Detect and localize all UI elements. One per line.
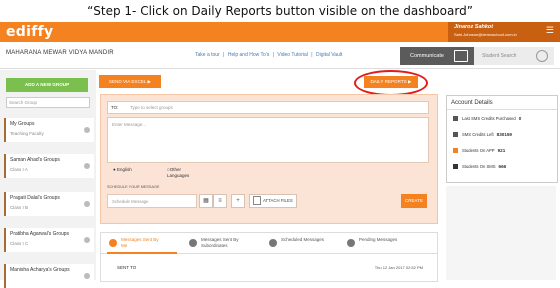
- account-row-value: 830159: [496, 132, 512, 137]
- link-separator: |: [272, 52, 274, 58]
- message-timestamp: Thu 12 Jan 2017 02:52 PM: [374, 265, 423, 270]
- divider: [447, 109, 557, 110]
- tab-label: Messages Sent By Subordinates: [201, 237, 239, 248]
- file-icon: [253, 196, 261, 206]
- account-row-label: Students On APP: [462, 148, 495, 153]
- app-logo[interactable]: ediffy: [6, 24, 53, 40]
- group-name: Manisha Acharya's Groups: [10, 267, 70, 273]
- group-name: My Groups: [10, 121, 35, 127]
- other-languages-label: Other Languages: [167, 167, 190, 178]
- other-languages-radio[interactable]: ○Other Languages: [167, 167, 197, 179]
- message-composer: TO: Type to select groups Enter Message.…: [100, 94, 438, 224]
- add-icon[interactable]: +: [231, 194, 245, 208]
- menu-icon[interactable]: ☰: [546, 26, 554, 35]
- group-info-icon[interactable]: [84, 201, 90, 207]
- communicate-label: Communicate: [410, 53, 444, 59]
- user-name: Jinaroz Sahkot: [454, 24, 494, 30]
- sms-icon: [453, 164, 458, 170]
- link-separator: |: [311, 52, 313, 58]
- account-row-value: 0: [518, 116, 522, 121]
- group-item[interactable]: Pratibha Agarwal's Groups Class I C: [4, 228, 94, 252]
- group-item[interactable]: Saman Ahad's Groups Class I A: [4, 154, 94, 178]
- send-via-excel-button[interactable]: SEND VIA EXCEL ▶: [99, 75, 161, 88]
- messages-tabs: Messages Sent By Me Messages Sent By Sub…: [100, 232, 438, 282]
- message-textarea[interactable]: Enter Message...: [107, 117, 429, 163]
- tag-icon: [453, 116, 458, 122]
- group-name: Pratibha Agarwal's Groups: [10, 231, 70, 237]
- account-row: Last SMS Credits Purchased 0: [453, 116, 522, 122]
- account-row: SMS Credits Left 830159: [453, 132, 512, 138]
- sent-icon: [109, 239, 117, 247]
- search-icon: [536, 50, 548, 62]
- logo-text: ediffy: [6, 24, 54, 40]
- english-radio[interactable]: ● English: [113, 167, 132, 172]
- group-name: Saman Ahad's Groups: [10, 157, 60, 163]
- calendar-icon[interactable]: ▦: [199, 194, 213, 208]
- account-row-value: 666: [498, 164, 507, 169]
- group-info-icon[interactable]: [84, 273, 90, 279]
- group-subtitle: Class I A: [10, 167, 28, 172]
- group-item[interactable]: Pragati Dalal's Groups Class I B: [4, 192, 94, 216]
- account-details-panel: Account Details Last SMS Credits Purchas…: [446, 95, 558, 183]
- pending-icon: [347, 239, 355, 247]
- group-name: Pragati Dalal's Groups: [10, 195, 60, 201]
- message-icon: [453, 132, 458, 138]
- user-email: Sahi.Johnson@demoschool.com.in: [454, 32, 517, 37]
- group-info-icon[interactable]: [84, 163, 90, 169]
- account-row-label: Last SMS Credits Purchased: [462, 116, 516, 121]
- english-label: English: [116, 167, 132, 172]
- group-subtitle: Teaching Faculty: [10, 131, 44, 136]
- account-row-value: 921: [497, 148, 506, 153]
- help-links: Take a tour | Help and How To's | Video …: [195, 52, 344, 58]
- instruction-caption: “Step 1- Click on Daily Reports button v…: [87, 4, 473, 18]
- account-row-label: SMS Credits Left: [462, 132, 494, 137]
- video-tutorial-link[interactable]: Video Tutorial: [277, 52, 307, 58]
- student-search-tab[interactable]: Student Search: [474, 47, 554, 65]
- account-row: Students On APP 921: [453, 148, 506, 154]
- to-field[interactable]: TO: Type to select groups: [107, 101, 429, 114]
- account-row: Students On SMS 666: [453, 164, 507, 170]
- group-item[interactable]: My Groups Teaching Faculty: [4, 118, 94, 142]
- attach-files-button[interactable]: ATTACH FILES: [249, 194, 297, 208]
- schedule-placeholder: Schedule Message: [112, 199, 149, 204]
- active-tab-indicator: [107, 252, 177, 254]
- group-info-icon[interactable]: [84, 237, 90, 243]
- app-icon: [453, 148, 458, 154]
- clock-icon: [269, 239, 277, 247]
- list-icon[interactable]: ≡: [213, 194, 227, 208]
- user-profile[interactable]: Jinaroz Sahkot Sahi.Johnson@demoschool.c…: [448, 22, 560, 42]
- search-group-input[interactable]: Search Group: [6, 97, 90, 108]
- to-label: TO:: [111, 105, 119, 110]
- tab-label: Scheduled Messages: [281, 237, 325, 242]
- group-subtitle: Class I B: [10, 205, 29, 210]
- help-link[interactable]: Help and How To's: [228, 52, 269, 58]
- to-placeholder: Type to select groups: [130, 105, 173, 110]
- top-bar: ediffy Jinaroz Sahkot Sahi.Johnson@demos…: [0, 22, 560, 42]
- sidebar: ADD A NEW GROUP Search Group My Groups T…: [0, 70, 96, 288]
- subordinates-icon: [189, 239, 197, 247]
- communicate-tab[interactable]: Communicate: [400, 47, 474, 65]
- schedule-input[interactable]: Schedule Message: [107, 194, 197, 208]
- group-item[interactable]: Manisha Acharya's Groups: [4, 264, 94, 288]
- student-search-label: Student Search: [482, 53, 517, 59]
- digital-vault-link[interactable]: Digital Vault: [316, 52, 342, 58]
- account-row-label: Students On SMS: [462, 164, 496, 169]
- group-info-icon[interactable]: [84, 127, 90, 133]
- right-column: [446, 186, 556, 280]
- sent-to-header: SENT TO: [117, 265, 137, 270]
- account-title: Account Details: [451, 100, 493, 106]
- tab-label: Messages Sent By Me: [121, 237, 159, 248]
- add-group-button[interactable]: ADD A NEW GROUP: [6, 78, 88, 92]
- create-button[interactable]: CREATE: [401, 194, 427, 208]
- tab-label: Pending Messages: [359, 237, 398, 242]
- attach-files-label: ATTACH FILES: [263, 198, 293, 203]
- highlight-circle: [354, 70, 428, 96]
- take-tour-link[interactable]: Take a tour: [195, 52, 220, 58]
- link-separator: |: [223, 52, 225, 58]
- schedule-label: SCHEDULE YOUR MESSAGE: [107, 185, 160, 189]
- chat-icon: [454, 50, 468, 62]
- school-name: MAHARANA MEWAR VIDYA MANDIR: [6, 50, 114, 56]
- message-placeholder: Enter Message...: [112, 122, 147, 127]
- group-subtitle: Class I C: [10, 241, 29, 246]
